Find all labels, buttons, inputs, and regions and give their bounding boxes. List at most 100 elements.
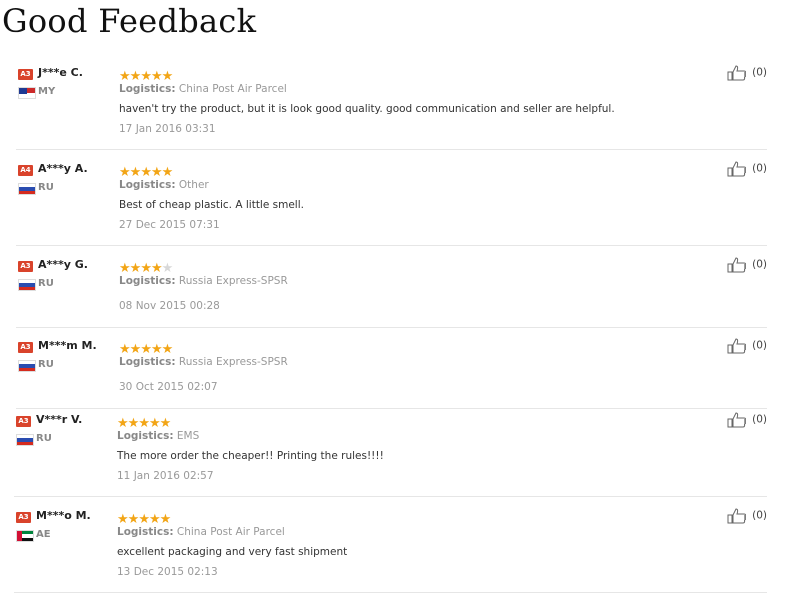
review-item: A3 M***m M. RU ★★★★★ Logistics: Russia E…: [16, 337, 767, 409]
reviewer-country: RU: [36, 433, 52, 444]
logistics-label: Logistics:: [119, 275, 176, 287]
logistics-line: Logistics: Russia Express-SPSR: [119, 275, 288, 287]
review-item: A3 J***e C. MY ★★★★★ Logistics: China Po…: [16, 64, 767, 150]
buyer-level-badge: A3: [18, 342, 33, 353]
star-icon: ★: [150, 261, 163, 276]
helpful-button[interactable]: (0): [727, 505, 767, 524]
ru-flag-icon: [18, 360, 36, 372]
star-icon: ★: [138, 512, 150, 527]
star-icon: ★: [119, 342, 131, 357]
logistics-value: EMS: [176, 430, 200, 442]
thumbs-up-icon: [727, 337, 747, 353]
helpful-button[interactable]: (0): [727, 409, 767, 428]
buyer-level-badge: A3: [18, 69, 33, 80]
page-title: Good Feedback: [2, 2, 257, 40]
star-icon: ★: [138, 416, 150, 431]
star-icon: ★: [140, 261, 152, 276]
star-icon: ★: [148, 416, 161, 431]
helpful-button[interactable]: (0): [727, 158, 767, 177]
review-date: 27 Dec 2015 07:31: [119, 219, 220, 231]
logistics-label: Logistics:: [119, 179, 176, 191]
star-icon: ★: [119, 165, 131, 180]
star-icon: ★: [127, 416, 140, 431]
logistics-line: Logistics: Other: [119, 179, 209, 191]
star-icon: ★: [129, 261, 142, 276]
star-icon: ★: [140, 69, 152, 84]
star-rating: ★★★★★: [119, 65, 173, 84]
review-date: 30 Oct 2015 02:07: [119, 381, 218, 393]
helpful-count: (0): [752, 162, 767, 175]
logistics-label: Logistics:: [119, 356, 176, 368]
review-text: The more order the cheaper!! Printing th…: [117, 450, 384, 462]
buyer-level-badge: A3: [16, 512, 31, 523]
star-icon: ★: [127, 512, 140, 527]
ru-flag-icon: [18, 183, 36, 195]
logistics-label: Logistics:: [119, 83, 176, 95]
logistics-line: Logistics: China Post Air Parcel: [117, 526, 285, 538]
review-item: A3 M***o M. AE ★★★★★ Logistics: China Po…: [14, 507, 767, 593]
review-date: 13 Dec 2015 02:13: [117, 566, 218, 578]
logistics-value: Russia Express-SPSR: [178, 356, 288, 368]
ru-flag-icon: [18, 279, 36, 291]
star-rating: ★★★★★: [119, 161, 173, 180]
star-icon: ★: [140, 165, 152, 180]
star-rating: ★★★★★: [119, 257, 174, 276]
reviewer-name: A***y A.: [38, 162, 88, 175]
helpful-count: (0): [752, 413, 767, 426]
buyer-level-badge: A3: [16, 416, 31, 427]
helpful-button[interactable]: (0): [727, 62, 767, 81]
review-item: A3 V***r V. RU ★★★★★ Logistics: EMS The …: [14, 411, 767, 497]
my-flag-icon: [18, 87, 36, 99]
star-icon: ★: [150, 342, 163, 357]
star-icon: ★: [119, 261, 131, 276]
helpful-button[interactable]: (0): [727, 254, 767, 273]
review-date: 17 Jan 2016 03:31: [119, 123, 216, 135]
star-empty-icon: ★: [161, 261, 174, 276]
helpful-count: (0): [752, 339, 767, 352]
star-icon: ★: [119, 69, 131, 84]
thumbs-up-icon: [727, 411, 747, 427]
review-text: haven't try the product, but it is look …: [119, 103, 615, 115]
star-icon: ★: [129, 342, 142, 357]
star-icon: ★: [150, 69, 163, 84]
reviewer-country: RU: [38, 182, 54, 193]
reviewer-name: V***r V.: [36, 413, 83, 426]
reviewer-name: M***o M.: [36, 509, 91, 522]
helpful-count: (0): [752, 258, 767, 271]
star-rating: ★★★★★: [117, 412, 172, 431]
logistics-label: Logistics:: [117, 526, 174, 538]
review-item: A4 A***y A. RU ★★★★★ Logistics: Other Be…: [16, 160, 767, 246]
helpful-count: (0): [752, 509, 767, 522]
thumbs-up-icon: [727, 256, 747, 272]
ru-flag-icon: [16, 434, 34, 446]
review-date: 11 Jan 2016 02:57: [117, 470, 214, 482]
helpful-button[interactable]: (0): [727, 335, 767, 354]
star-icon: ★: [129, 69, 142, 84]
star-icon: ★: [148, 512, 161, 527]
star-icon: ★: [161, 342, 174, 357]
reviewer-name: M***m M.: [38, 339, 97, 352]
logistics-value: China Post Air Parcel: [176, 526, 285, 538]
reviewer-country: MY: [38, 86, 56, 97]
logistics-value: Other: [178, 179, 209, 191]
logistics-value: China Post Air Parcel: [178, 83, 287, 95]
star-icon: ★: [159, 512, 172, 527]
star-icon: ★: [150, 165, 163, 180]
star-icon: ★: [140, 342, 152, 357]
reviewer-name: J***e C.: [38, 66, 83, 79]
star-icon: ★: [117, 416, 129, 431]
logistics-label: Logistics:: [117, 430, 174, 442]
reviewer-country: RU: [38, 359, 54, 370]
review-text: excellent packaging and very fast shipme…: [117, 546, 348, 558]
star-icon: ★: [159, 416, 172, 431]
review-date: 08 Nov 2015 00:28: [119, 300, 220, 312]
thumbs-up-icon: [727, 507, 747, 523]
helpful-count: (0): [752, 66, 767, 79]
ae-flag-icon: [16, 530, 34, 542]
buyer-level-badge: A3: [18, 261, 33, 272]
star-rating: ★★★★★: [117, 508, 172, 527]
star-icon: ★: [117, 512, 129, 527]
review-text: Best of cheap plastic. A little smell.: [119, 199, 304, 211]
reviewer-country: AE: [36, 529, 51, 540]
star-rating: ★★★★★: [119, 338, 174, 357]
